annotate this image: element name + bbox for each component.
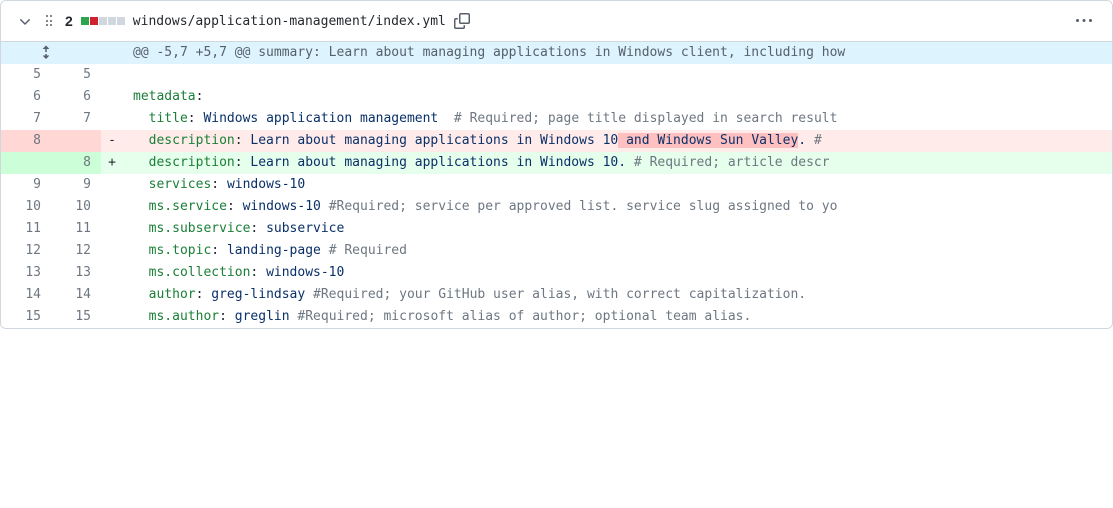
new-line-number[interactable]: 12 (51, 240, 101, 262)
expand-icon[interactable] (1, 42, 101, 64)
diff-row: 1010 ms.service: windows-10 #Required; s… (1, 196, 1112, 218)
new-line-number[interactable]: 14 (51, 284, 101, 306)
old-line-number[interactable]: 14 (1, 284, 51, 306)
copy-icon[interactable] (454, 13, 470, 29)
diff-row: 8 - description: Learn about managing app… (1, 130, 1112, 152)
diff-marker (101, 174, 123, 196)
kebab-menu-icon[interactable] (1072, 9, 1096, 33)
diff-row: 1212 ms.topic: landing-page # Required (1, 240, 1112, 262)
new-line-number[interactable]: 6 (51, 86, 101, 108)
new-line-number[interactable]: 15 (51, 306, 101, 328)
old-line-number[interactable]: 15 (1, 306, 51, 328)
diff-row: 77 title: Windows application management… (1, 108, 1112, 130)
new-line-number[interactable]: 9 (51, 174, 101, 196)
diff-table: @@ -5,7 +5,7 @@ summary: Learn about man… (1, 42, 1112, 328)
code-cell: metadata: (123, 86, 1112, 108)
diff-marker (101, 86, 123, 108)
diff-marker: - (101, 130, 123, 152)
old-line-number[interactable]: 8 (1, 130, 51, 152)
code-cell: services: windows-10 (123, 174, 1112, 196)
old-line-number[interactable] (1, 152, 51, 174)
move-icon[interactable] (41, 13, 57, 29)
diff-marker (101, 240, 123, 262)
diff-marker (101, 64, 123, 86)
diff-row: 1111 ms.subservice: subservice (1, 218, 1112, 240)
diff-row: 1414 author: greg-lindsay #Required; you… (1, 284, 1112, 306)
diff-marker (101, 262, 123, 284)
code-cell: description: Learn about managing applic… (123, 130, 1112, 152)
hunk-header: @@ -5,7 +5,7 @@ summary: Learn about man… (1, 42, 1112, 64)
old-line-number[interactable]: 5 (1, 64, 51, 86)
old-line-number[interactable]: 12 (1, 240, 51, 262)
diff-row: 55 (1, 64, 1112, 86)
new-line-number[interactable]: 10 (51, 196, 101, 218)
diff-marker (101, 108, 123, 130)
new-line-number[interactable] (51, 130, 101, 152)
diff-marker (101, 218, 123, 240)
diff-row: 1515 ms.author: greglin #Required; micro… (1, 306, 1112, 328)
old-line-number[interactable]: 9 (1, 174, 51, 196)
diff-churn-indicator (81, 17, 125, 25)
old-line-number[interactable]: 11 (1, 218, 51, 240)
code-cell: ms.service: windows-10 #Required; servic… (123, 196, 1112, 218)
new-line-number[interactable]: 13 (51, 262, 101, 284)
diff-marker (101, 284, 123, 306)
file-path[interactable]: windows/application-management/index.yml (133, 14, 446, 29)
new-line-number[interactable]: 5 (51, 64, 101, 86)
code-cell: ms.topic: landing-page # Required (123, 240, 1112, 262)
chevron-down-icon[interactable] (17, 13, 33, 29)
new-line-number[interactable]: 11 (51, 218, 101, 240)
old-line-number[interactable]: 10 (1, 196, 51, 218)
diff-row: 66 metadata: (1, 86, 1112, 108)
old-line-number[interactable]: 7 (1, 108, 51, 130)
change-count: 2 (65, 13, 73, 29)
old-line-number[interactable]: 13 (1, 262, 51, 284)
new-line-number[interactable]: 8 (51, 152, 101, 174)
diff-marker (101, 196, 123, 218)
diff-marker: + (101, 152, 123, 174)
code-cell: ms.collection: windows-10 (123, 262, 1112, 284)
diff-row: 8+ description: Learn about managing app… (1, 152, 1112, 174)
code-cell: author: greg-lindsay #Required; your Git… (123, 284, 1112, 306)
code-cell: title: Windows application management # … (123, 108, 1112, 130)
file-header: 2 windows/application-management/index.y… (1, 1, 1112, 42)
diff-row: 1313 ms.collection: windows-10 (1, 262, 1112, 284)
code-cell (123, 64, 1112, 86)
diff-marker (101, 306, 123, 328)
code-cell: ms.author: greglin #Required; microsoft … (123, 306, 1112, 328)
new-line-number[interactable]: 7 (51, 108, 101, 130)
code-cell: description: Learn about managing applic… (123, 152, 1112, 174)
code-cell: ms.subservice: subservice (123, 218, 1112, 240)
hunk-text: @@ -5,7 +5,7 @@ summary: Learn about man… (123, 42, 1112, 64)
old-line-number[interactable]: 6 (1, 86, 51, 108)
diff-file: 2 windows/application-management/index.y… (0, 0, 1113, 329)
diff-row: 99 services: windows-10 (1, 174, 1112, 196)
